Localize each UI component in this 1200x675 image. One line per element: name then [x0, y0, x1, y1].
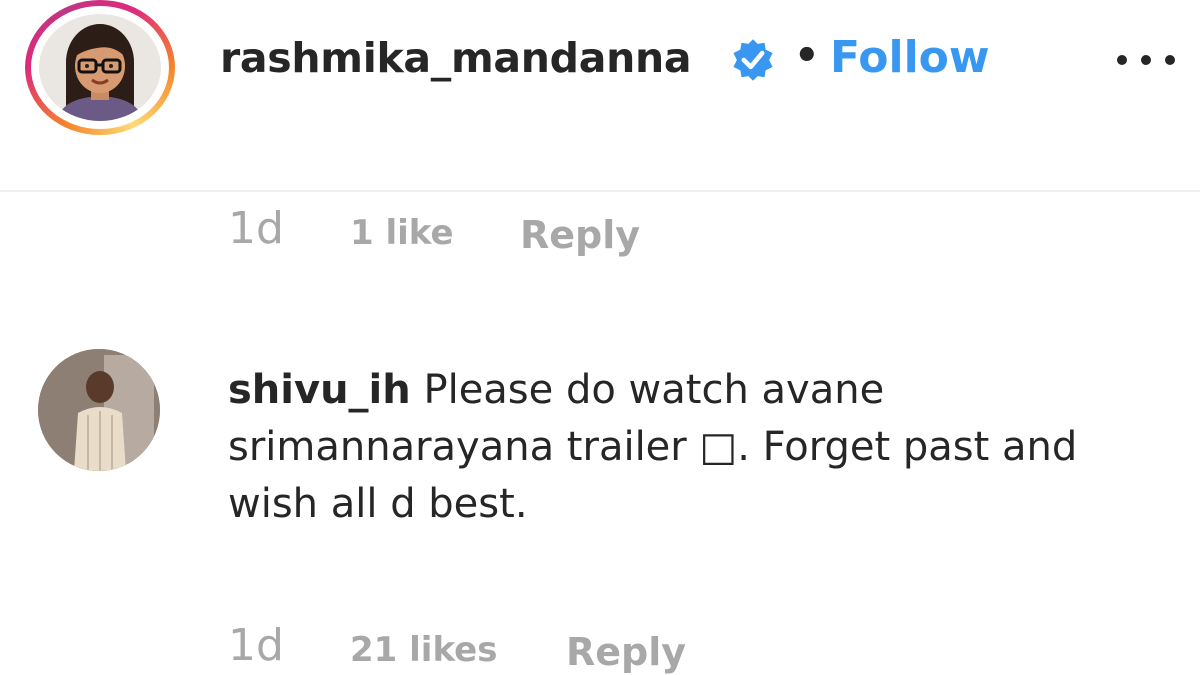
- header-separator: •: [794, 33, 820, 79]
- instagram-comments-view: rashmika_mandanna • Follow 1d 1 like Rep…: [0, 0, 1200, 675]
- comment-body: shivu_ih Please do watch avane srimannar…: [228, 362, 1128, 533]
- post-header: rashmika_mandanna • Follow: [0, 0, 1200, 190]
- follow-button[interactable]: Follow: [830, 32, 990, 83]
- post-username[interactable]: rashmika_mandanna: [220, 34, 692, 82]
- caption-meta-row: 1d 1 like Reply: [228, 203, 708, 263]
- comment-timestamp: 1d: [228, 620, 284, 671]
- comment-reply-button[interactable]: Reply: [566, 630, 686, 674]
- avatar-image: [39, 14, 161, 121]
- header-divider: [0, 190, 1200, 192]
- profile-avatar[interactable]: [25, 0, 175, 135]
- caption-likes-count[interactable]: 1 like: [350, 213, 454, 253]
- verified-badge-icon: [733, 39, 773, 81]
- bitmoji-avatar-icon: [57, 24, 143, 121]
- comment-username[interactable]: shivu_ih: [228, 367, 411, 413]
- comment-likes-count[interactable]: 21 likes: [350, 630, 497, 670]
- more-options-icon[interactable]: [1110, 40, 1190, 80]
- caption-timestamp: 1d: [228, 203, 284, 254]
- comment-avatar-photo: [38, 349, 160, 471]
- comment-avatar[interactable]: [38, 349, 160, 471]
- comment-meta-row: 1d 21 likes Reply: [228, 620, 748, 675]
- caption-reply-button[interactable]: Reply: [520, 213, 640, 257]
